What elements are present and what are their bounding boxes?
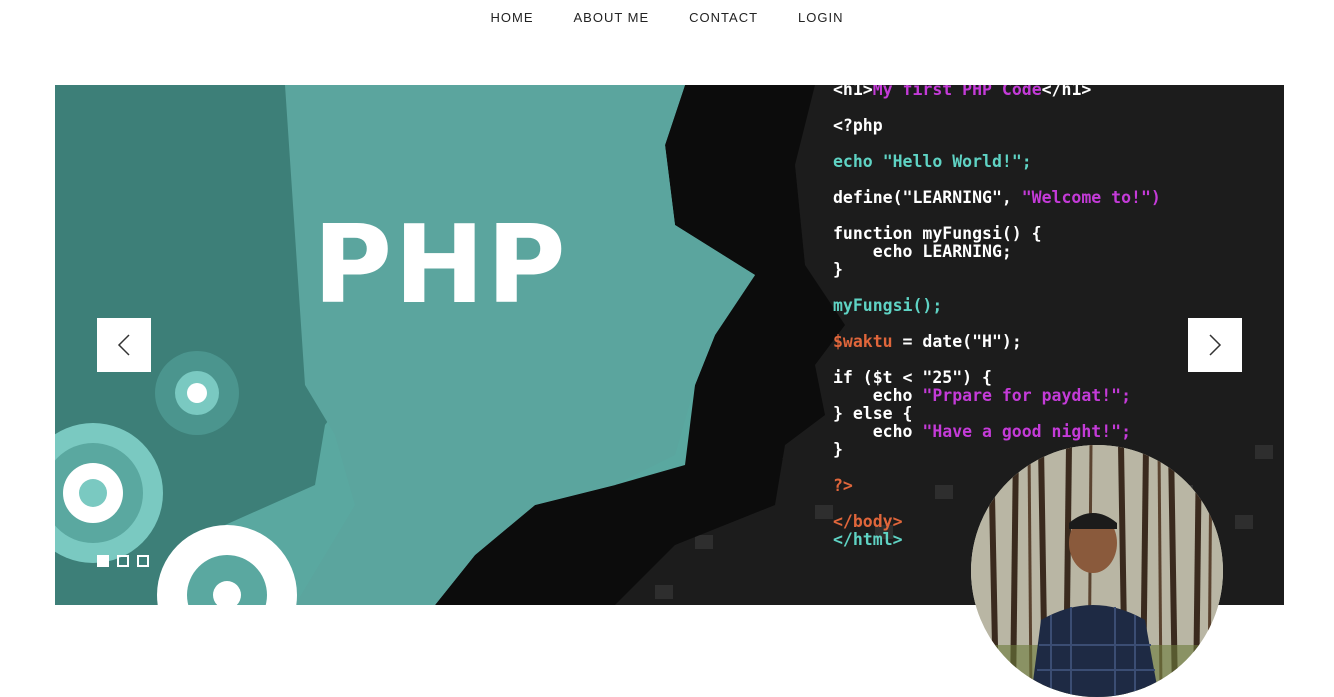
php-title: PHP <box>313 203 568 328</box>
nav-login-link[interactable]: LOGIN <box>798 10 843 25</box>
carousel-indicators <box>97 555 149 567</box>
chevron-left-icon <box>117 334 130 356</box>
carousel-dot-3[interactable] <box>137 555 149 567</box>
profile-photo <box>971 445 1223 697</box>
profile-avatar <box>971 445 1223 697</box>
nav-about-link[interactable]: ABOUT ME <box>573 10 649 25</box>
top-nav: HOME ABOUT ME CONTACT LOGIN <box>0 10 1334 25</box>
carousel-prev-button[interactable] <box>97 318 151 372</box>
nav-home-link[interactable]: HOME <box>490 10 533 25</box>
carousel-dot-2[interactable] <box>117 555 129 567</box>
carousel-dot-1[interactable] <box>97 555 109 567</box>
nav-contact-link[interactable]: CONTACT <box>689 10 758 25</box>
chevron-right-icon <box>1209 334 1222 356</box>
carousel-next-button[interactable] <box>1188 318 1242 372</box>
